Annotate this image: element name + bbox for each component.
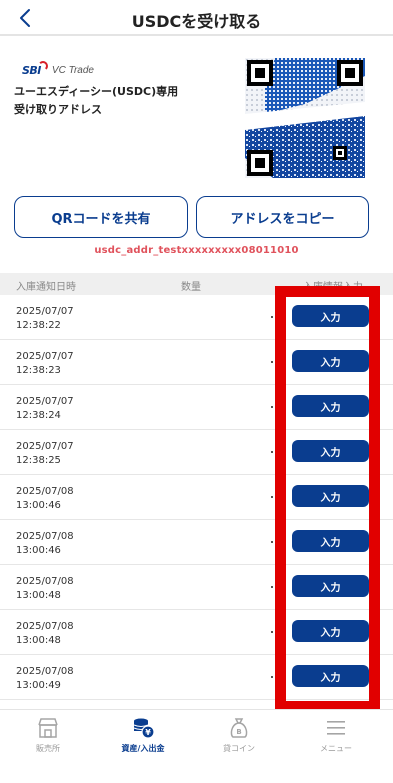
input-button[interactable]: 入力: [292, 530, 369, 552]
row-quantity: [271, 631, 273, 633]
row-quantity: [271, 361, 273, 363]
copy-address-button[interactable]: アドレスをコピー: [196, 196, 369, 238]
tab-assets[interactable]: ¥ 資産/入出金: [103, 717, 183, 754]
row-quantity: [271, 316, 273, 318]
tab-assets-label: 資産/入出金: [121, 744, 165, 753]
sbi-vc-trade-logo: SBI VC Trade: [22, 61, 94, 77]
table-row: 2025/07/08 13:00:48 入力: [0, 610, 393, 655]
coin-label: ユーエスディーシー(USDC)専用: [14, 85, 179, 98]
input-button[interactable]: 入力: [292, 665, 369, 687]
money-bag-bitcoin-icon: B: [230, 718, 248, 738]
table-row: 2025/07/08 13:00:48 入力: [0, 565, 393, 610]
svg-text:B: B: [236, 728, 241, 736]
tab-shop[interactable]: 販売所: [8, 717, 88, 754]
hamburger-menu-icon: [327, 721, 345, 735]
row-datetime: 2025/07/07 12:38:25: [16, 441, 74, 466]
column-header-info: 入庫情報入力: [303, 282, 363, 293]
table-row: 2025/07/07 12:38:22 入力: [0, 295, 393, 340]
address-label: 受け取りアドレス: [14, 103, 102, 116]
table-row: 2025/07/07 12:38:23 入力: [0, 340, 393, 385]
table-row: 2025/07/08 13:00:46 入力: [0, 475, 393, 520]
table-row: 2025/07/07 12:38:24 入力: [0, 385, 393, 430]
column-header-date: 入庫通知日時: [16, 282, 76, 293]
row-quantity: [271, 451, 273, 453]
tab-menu[interactable]: メニュー: [296, 717, 376, 754]
input-button[interactable]: 入力: [292, 620, 369, 642]
tab-menu-label: メニュー: [320, 744, 352, 753]
input-button[interactable]: 入力: [292, 395, 369, 417]
row-datetime: 2025/07/08 13:00:46: [16, 531, 74, 556]
input-button[interactable]: 入力: [292, 305, 369, 327]
input-button[interactable]: 入力: [292, 350, 369, 372]
svg-text:¥: ¥: [145, 728, 151, 737]
wallet-address: usdc_addr_testxxxxxxxxx08011010: [94, 245, 299, 256]
row-datetime: 2025/07/08 13:00:48: [16, 621, 74, 646]
row-datetime: 2025/07/08 13:00:48: [16, 576, 74, 601]
qr-code: [245, 58, 365, 178]
row-quantity: [271, 406, 273, 408]
bottom-tab-bar: 販売所 ¥ 資産/入出金 B 貸コイン メニュー: [0, 709, 393, 783]
row-datetime: 2025/07/07 12:38:22: [16, 306, 74, 331]
row-datetime: 2025/07/07 12:38:23: [16, 351, 74, 376]
share-qr-button[interactable]: QRコードを共有: [14, 196, 188, 238]
store-icon: [38, 718, 58, 738]
row-datetime: 2025/07/07 12:38:24: [16, 396, 74, 421]
tab-lend[interactable]: B 貸コイン: [199, 717, 279, 754]
tab-shop-label: 販売所: [36, 744, 60, 753]
table-header: 入庫通知日時 数量 入庫情報入力: [0, 273, 393, 295]
column-header-quantity: 数量: [181, 282, 201, 293]
deposit-notification-list: 2025/07/07 12:38:22 入力 2025/07/07 12:38:23…: [0, 295, 393, 700]
app-header: USDCを受け取る: [0, 0, 393, 36]
row-quantity: [271, 586, 273, 588]
row-quantity: [271, 496, 273, 498]
row-quantity: [271, 541, 273, 543]
row-datetime: 2025/07/08 13:00:46: [16, 486, 74, 511]
table-row: 2025/07/08 13:00:46 入力: [0, 520, 393, 565]
row-datetime: 2025/07/08 13:00:49: [16, 666, 74, 691]
tab-lend-label: 貸コイン: [223, 744, 255, 753]
receive-address-heading: ユーエスディーシー(USDC)専用 受け取りアドレス: [14, 83, 234, 119]
input-button[interactable]: 入力: [292, 485, 369, 507]
table-row: 2025/07/07 12:38:25 入力: [0, 430, 393, 475]
input-button[interactable]: 入力: [292, 575, 369, 597]
page-title: USDCを受け取る: [131, 12, 262, 31]
coins-yen-icon: ¥: [133, 718, 155, 739]
row-quantity: [271, 676, 273, 678]
table-row: 2025/07/08 13:00:49 入力: [0, 655, 393, 700]
input-button[interactable]: 入力: [292, 440, 369, 462]
